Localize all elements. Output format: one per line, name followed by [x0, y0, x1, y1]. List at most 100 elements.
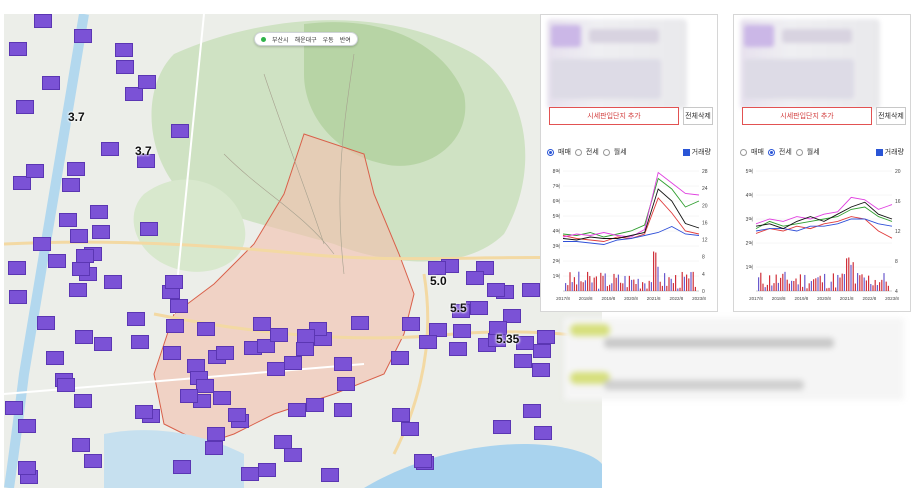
apartment-marker[interactable] — [67, 162, 85, 176]
apartment-marker[interactable] — [140, 222, 158, 236]
apartment-marker[interactable] — [18, 461, 36, 475]
volume-toggle[interactable]: 거래량 — [875, 147, 904, 157]
apartment-marker[interactable] — [216, 346, 234, 360]
apartment-marker[interactable] — [453, 324, 471, 338]
radio-jeonse[interactable] — [574, 148, 582, 156]
apartment-marker[interactable] — [523, 404, 541, 418]
apartment-marker[interactable] — [16, 100, 34, 114]
radio-sale[interactable] — [740, 148, 747, 156]
apartment-marker[interactable] — [180, 389, 198, 403]
apartment-marker[interactable] — [72, 438, 90, 452]
apartment-marker[interactable] — [76, 249, 94, 263]
apartment-marker[interactable] — [514, 354, 532, 368]
map-control-city[interactable]: 부산시 — [272, 35, 289, 44]
apartment-marker[interactable] — [74, 29, 92, 43]
apartment-marker[interactable] — [533, 344, 551, 358]
apartment-marker[interactable] — [334, 357, 352, 371]
apartment-marker[interactable] — [8, 261, 26, 275]
apartment-marker[interactable] — [267, 362, 285, 376]
radio-jeonse[interactable] — [767, 148, 775, 156]
apartment-marker[interactable] — [94, 337, 112, 351]
apartment-marker[interactable] — [337, 377, 355, 391]
apartment-marker[interactable] — [171, 124, 189, 138]
apartment-marker[interactable] — [534, 426, 552, 440]
apartment-marker[interactable] — [522, 283, 540, 297]
apartment-marker[interactable] — [537, 330, 555, 344]
apartment-marker[interactable] — [391, 351, 409, 365]
apartment-marker[interactable] — [9, 290, 27, 304]
apartment-marker[interactable] — [258, 463, 276, 477]
apartment-marker[interactable] — [46, 351, 64, 365]
map-control-district[interactable]: 해운대구 — [295, 35, 317, 44]
apartment-marker[interactable] — [284, 448, 302, 462]
apartment-marker[interactable] — [9, 42, 27, 56]
apartment-marker[interactable] — [62, 178, 80, 192]
apartment-marker[interactable] — [241, 467, 259, 481]
apartment-marker[interactable] — [104, 275, 122, 289]
apartment-marker[interactable] — [487, 283, 505, 297]
apartment-marker[interactable] — [72, 262, 90, 276]
map-control-dong[interactable]: 우동 — [323, 35, 334, 44]
apartment-marker[interactable] — [284, 356, 302, 370]
apartment-marker[interactable] — [334, 403, 352, 417]
apartment-marker[interactable] — [297, 329, 315, 343]
add-complex-button[interactable]: 시세판입단지 추가 — [549, 107, 679, 125]
volume-toggle[interactable]: 거래량 — [682, 147, 711, 157]
apartment-marker[interactable] — [321, 468, 339, 482]
apartment-marker[interactable] — [414, 454, 432, 468]
apartment-marker[interactable] — [392, 408, 410, 422]
apartment-marker[interactable] — [170, 299, 188, 313]
radio-monthly[interactable] — [602, 148, 610, 156]
apartment-marker[interactable] — [48, 254, 66, 268]
apartment-marker[interactable] — [213, 391, 231, 405]
apartment-marker[interactable] — [57, 378, 75, 392]
apartment-marker[interactable] — [402, 317, 420, 331]
map-control-extra[interactable]: 반여 — [340, 35, 351, 44]
apartment-marker[interactable] — [18, 419, 36, 433]
apartment-marker[interactable] — [196, 379, 214, 393]
apartment-marker[interactable] — [90, 205, 108, 219]
apartment-marker[interactable] — [131, 335, 149, 349]
map-location-control[interactable]: 부산시 해운대구 우동 반여 — [254, 32, 358, 46]
apartment-marker[interactable] — [13, 176, 31, 190]
apartment-marker[interactable] — [173, 460, 191, 474]
apartment-marker[interactable] — [253, 317, 271, 331]
apartment-marker[interactable] — [34, 14, 52, 28]
apartment-marker[interactable] — [84, 454, 102, 468]
apartment-marker[interactable] — [351, 316, 369, 330]
apartment-marker[interactable] — [166, 319, 184, 333]
apartment-marker[interactable] — [532, 363, 550, 377]
apartment-marker[interactable] — [401, 422, 419, 436]
apartment-marker[interactable] — [138, 75, 156, 89]
apartment-marker[interactable] — [69, 283, 87, 297]
apartment-marker[interactable] — [42, 76, 60, 90]
apartment-marker[interactable] — [197, 322, 215, 336]
apartment-marker[interactable] — [466, 271, 484, 285]
apartment-marker[interactable] — [288, 403, 306, 417]
apartment-marker[interactable] — [125, 87, 143, 101]
delete-all-button[interactable]: 전체삭제 — [683, 107, 713, 125]
apartment-marker[interactable] — [207, 427, 225, 441]
apartment-marker[interactable] — [5, 401, 23, 415]
apartment-marker[interactable] — [59, 213, 77, 227]
apartment-marker[interactable] — [26, 164, 44, 178]
apartment-marker[interactable] — [127, 312, 145, 326]
apartment-marker[interactable] — [205, 441, 223, 455]
apartment-marker[interactable] — [70, 229, 88, 243]
radio-monthly[interactable] — [795, 148, 803, 156]
apartment-marker[interactable] — [101, 142, 119, 156]
apartment-marker[interactable] — [428, 261, 446, 275]
apartment-marker[interactable] — [163, 346, 181, 360]
apartment-marker[interactable] — [419, 335, 437, 349]
radio-sale[interactable] — [547, 148, 554, 156]
apartment-marker[interactable] — [37, 316, 55, 330]
apartment-marker[interactable] — [296, 342, 314, 356]
apartment-marker[interactable] — [115, 43, 133, 57]
apartment-marker[interactable] — [228, 408, 246, 422]
apartment-marker[interactable] — [135, 405, 153, 419]
apartment-marker[interactable] — [74, 394, 92, 408]
apartment-marker[interactable] — [270, 328, 288, 342]
map-view[interactable]: 부산시 해운대구 우동 반여 3.7 3.7 5.0 5.5 5.35 — [4, 14, 602, 488]
apartment-marker[interactable] — [116, 60, 134, 74]
apartment-marker[interactable] — [92, 225, 110, 239]
